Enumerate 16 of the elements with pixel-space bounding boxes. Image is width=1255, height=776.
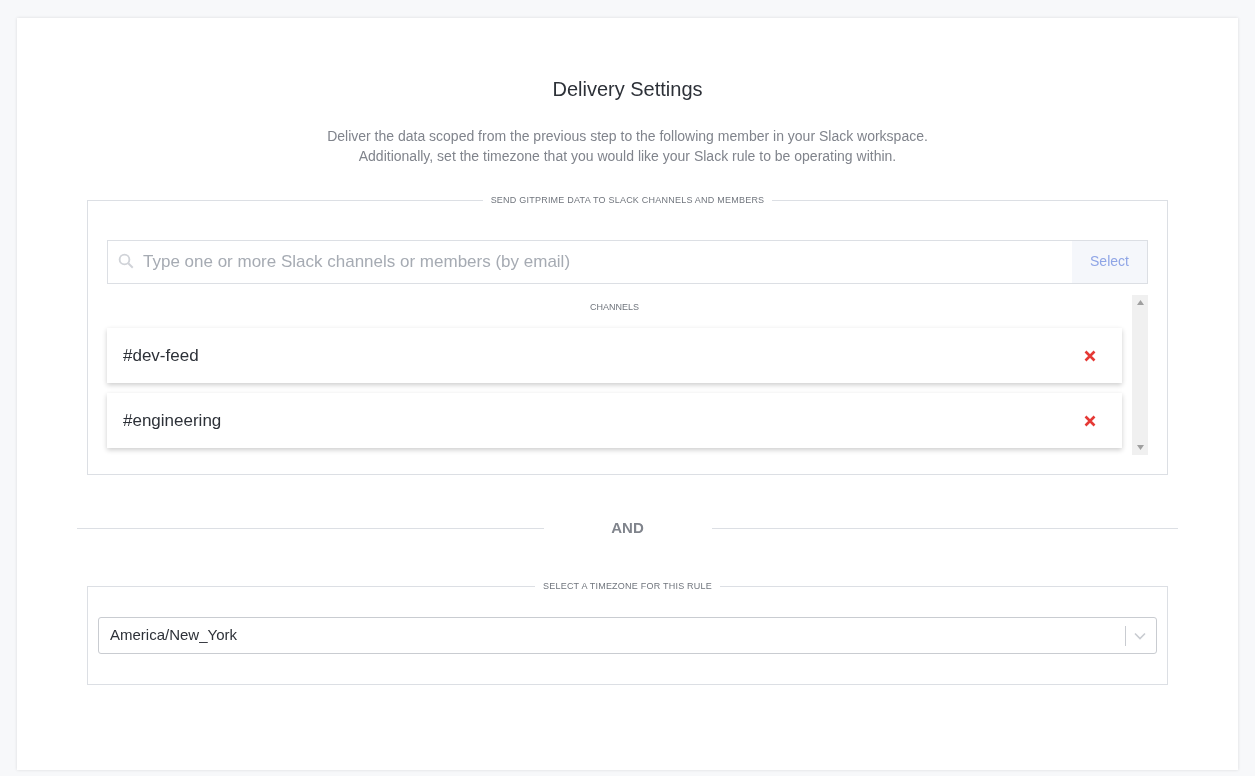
page-title: Delivery Settings <box>552 77 703 102</box>
scrollbar[interactable] <box>1132 294 1148 455</box>
description-text: Deliver the data scoped from the previous step to the following member in your Slack workspace. <box>327 127 928 146</box>
description-text: Additionally, set the timezone that you would like your Slack rule to be operating within. <box>358 147 897 166</box>
panel-legend: SEND GITPRIME DATA TO SLACK CHANNELS AND MEMBERS <box>482 194 773 208</box>
remove-icon[interactable] <box>1084 414 1096 427</box>
panel-legend: SELECT A TIMEZONE FOR THIS RULE <box>535 579 720 593</box>
scroll-down-icon[interactable] <box>1136 444 1144 450</box>
timezone-select[interactable]: America/New_York <box>98 617 1157 654</box>
remove-icon[interactable] <box>1084 349 1096 362</box>
list-heading: CHANNELS <box>590 300 639 314</box>
channel-name: #dev-feed <box>123 344 199 367</box>
scroll-up-icon[interactable] <box>1136 299 1144 305</box>
channel-name: #engineering <box>123 409 222 432</box>
chevron-down-icon <box>1134 631 1146 640</box>
separator-label: AND <box>610 518 645 538</box>
